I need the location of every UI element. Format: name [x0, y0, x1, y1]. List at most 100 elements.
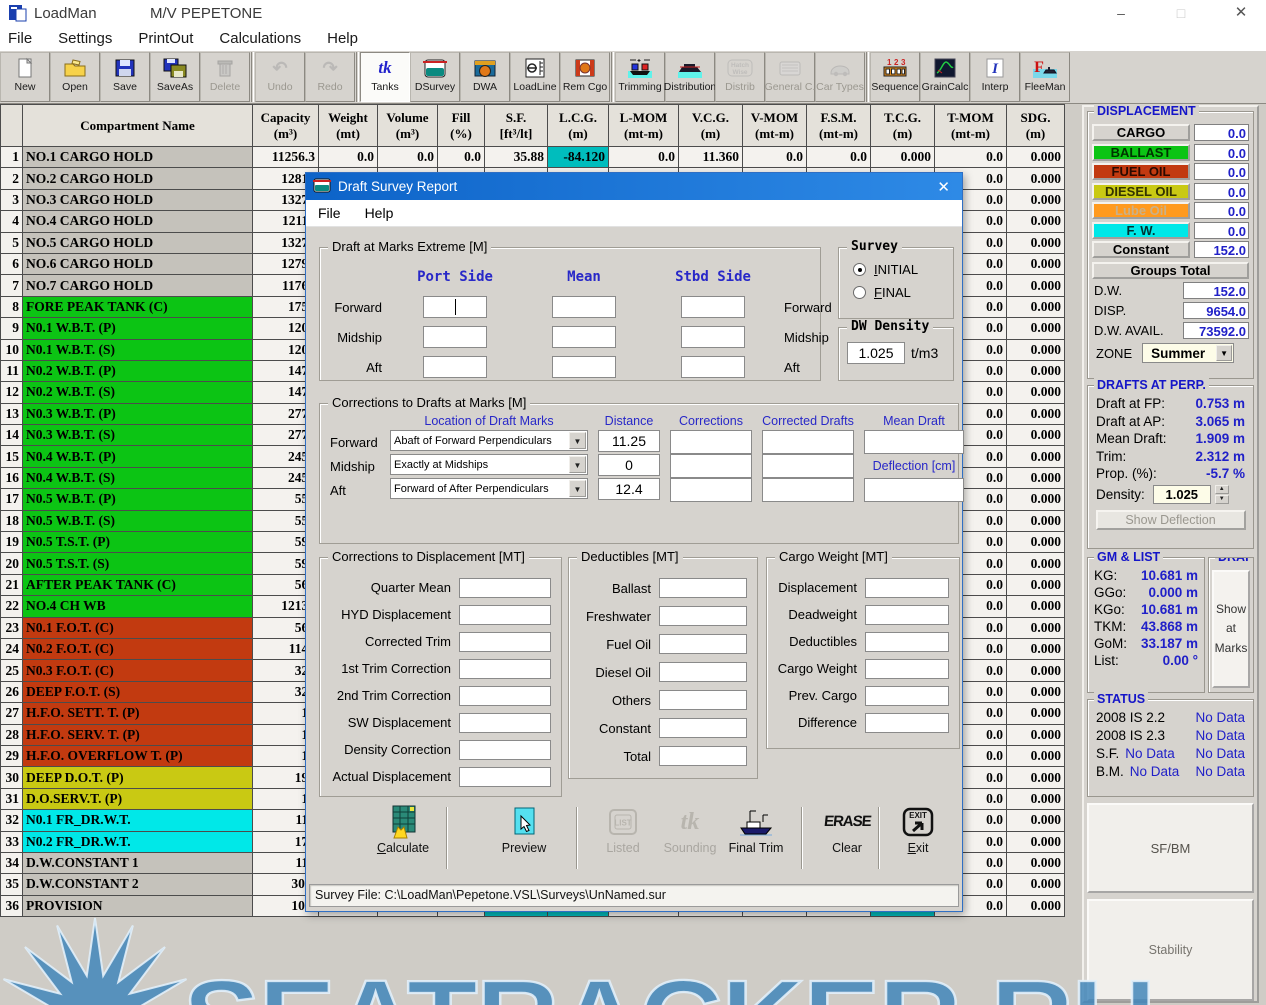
menu-item-settings[interactable]: Settings — [58, 30, 112, 47]
field-input-deadweight[interactable] — [865, 605, 949, 625]
corrections-input-forward[interactable] — [670, 430, 752, 454]
toolbar-open-button[interactable]: Open — [50, 52, 100, 102]
dialog-menu-file[interactable]: File — [318, 205, 341, 221]
field-input-prev-cargo[interactable] — [865, 686, 949, 706]
field-input-freshwater[interactable] — [659, 606, 747, 626]
cell[interactable]: 0.000 — [1007, 339, 1065, 360]
marks-input-aft-0[interactable] — [423, 356, 487, 378]
dialog-close-icon[interactable]: ✕ — [937, 178, 950, 196]
marks-input-aft-2[interactable] — [681, 356, 745, 378]
distance-input-midship[interactable]: 0 — [598, 454, 660, 476]
final-trim-button[interactable]: Final Trim — [713, 805, 799, 869]
cell[interactable]: 0.0 — [378, 147, 438, 168]
cell[interactable]: 0.000 — [1007, 532, 1065, 553]
dialog-menu-help[interactable]: Help — [365, 205, 394, 221]
dw-density-input[interactable] — [847, 342, 905, 364]
marks-input-forward-1[interactable] — [552, 296, 616, 318]
field-input-total[interactable] — [659, 746, 747, 766]
cell[interactable]: 0.000 — [1007, 703, 1065, 724]
field-input-fuel-oil[interactable] — [659, 634, 747, 654]
mean-draft-input-aft[interactable] — [864, 478, 964, 502]
cell[interactable]: 0.000 — [1007, 403, 1065, 424]
cell[interactable]: 0.000 — [1007, 788, 1065, 809]
toolbar-rem-cgo-button[interactable]: Rem Cgo — [560, 52, 610, 102]
field-input-ballast[interactable] — [659, 578, 747, 598]
cell[interactable]: 0.0 — [935, 147, 1007, 168]
cell[interactable]: 0.000 — [1007, 253, 1065, 274]
location-select-aft[interactable]: Forward of After Perpendiculars▼ — [390, 478, 588, 499]
field-input-difference[interactable] — [865, 713, 949, 733]
toolbar-distribution-button[interactable]: Distribution — [665, 52, 715, 102]
cell[interactable]: 0.000 — [871, 147, 935, 168]
survey-option-initial[interactable]: INITIAL — [853, 262, 953, 277]
toolbar-fleeman-button[interactable]: FFleeMan — [1020, 52, 1070, 102]
cell[interactable]: 0.000 — [1007, 318, 1065, 339]
location-select-midship[interactable]: Exactly at Midships▼ — [390, 454, 588, 475]
corrections-input-midship[interactable] — [670, 454, 752, 478]
cell[interactable]: 0.000 — [1007, 510, 1065, 531]
toolbar-new-button[interactable]: New — [0, 52, 50, 102]
distance-input-aft[interactable]: 12.4 — [598, 478, 660, 500]
menu-item-printout[interactable]: PrintOut — [138, 30, 193, 47]
field-input-cargo-weight[interactable] — [865, 659, 949, 679]
corrected-drafts-input-midship[interactable] — [762, 454, 854, 478]
distance-input-forward[interactable]: 11.25 — [598, 430, 660, 452]
groups-total-button[interactable]: Groups Total — [1092, 262, 1249, 279]
field-input-corrected-trim[interactable] — [459, 632, 551, 652]
cell[interactable]: 0.000 — [1007, 745, 1065, 766]
displacement-cargo-button[interactable]: CARGO — [1092, 124, 1190, 141]
cell[interactable]: -84.120 — [548, 147, 609, 168]
close-button[interactable]: ✕ — [1218, 0, 1264, 26]
displacement-fuel-oil-button[interactable]: FUEL OIL — [1092, 163, 1190, 180]
cell[interactable]: 0.000 — [1007, 638, 1065, 659]
cell[interactable]: 0.000 — [1007, 681, 1065, 702]
density-value[interactable]: 1.025 — [1153, 485, 1211, 504]
calculate-button[interactable]: Calculate — [360, 805, 446, 869]
displacement-diesel-oil-button[interactable]: DIESEL OIL — [1092, 183, 1190, 200]
cell[interactable]: 0.000 — [1007, 425, 1065, 446]
cell[interactable]: 0.000 — [1007, 874, 1065, 895]
field-input-sw-displacement[interactable] — [459, 713, 551, 733]
toolbar-tanks-button[interactable]: tkTanks — [360, 52, 410, 102]
cell[interactable]: 35.88 — [485, 147, 548, 168]
corrected-drafts-input-aft[interactable] — [762, 478, 854, 502]
density-spinner[interactable]: ▲▼ — [1215, 485, 1229, 504]
cell[interactable]: 0.000 — [1007, 895, 1065, 916]
cell[interactable]: 0.000 — [1007, 467, 1065, 488]
cell[interactable]: 0.000 — [1007, 360, 1065, 381]
field-input-hyd-displacement[interactable] — [459, 605, 551, 625]
cell[interactable]: 0.0 — [438, 147, 485, 168]
show-at-marks-button[interactable]: ShowatMarks — [1212, 570, 1250, 688]
toolbar-trimming-button[interactable]: Trimming — [615, 52, 665, 102]
radio-initial[interactable] — [853, 263, 866, 276]
sfbm-button[interactable]: SF/BM — [1087, 803, 1254, 893]
cell[interactable]: 0.000 — [1007, 275, 1065, 296]
cell[interactable]: 0.000 — [1007, 852, 1065, 873]
cell[interactable]: 0.000 — [1007, 574, 1065, 595]
cell[interactable]: 0.000 — [1007, 489, 1065, 510]
preview-button[interactable]: Preview — [481, 805, 567, 869]
marks-input-forward-2[interactable] — [681, 296, 745, 318]
cell[interactable]: 0.000 — [1007, 446, 1065, 467]
cell[interactable]: 0.000 — [1007, 382, 1065, 403]
cell[interactable]: 0.000 — [1007, 724, 1065, 745]
location-select-forward[interactable]: Abaft of Forward Perpendiculars▼ — [390, 430, 588, 451]
exit-button[interactable]: EXITExit — [875, 805, 961, 869]
marks-input-midship-0[interactable] — [423, 326, 487, 348]
survey-option-final[interactable]: FINAL — [853, 285, 953, 300]
displacement-ballast-button[interactable]: BALLAST — [1092, 144, 1190, 161]
cell[interactable]: 11.360 — [679, 147, 743, 168]
cell[interactable]: 0.000 — [1007, 767, 1065, 788]
displacement-f-w--button[interactable]: F. W. — [1092, 222, 1190, 239]
field-input-diesel-oil[interactable] — [659, 662, 747, 682]
field-input-2nd-trim-correction[interactable] — [459, 686, 551, 706]
cell[interactable]: 0.0 — [609, 147, 679, 168]
toolbar-save-button[interactable]: Save — [100, 52, 150, 102]
cell[interactable]: 0.000 — [1007, 168, 1065, 189]
field-input-others[interactable] — [659, 690, 747, 710]
show-deflection-button[interactable]: Show Deflection — [1096, 510, 1246, 530]
cell[interactable]: 0.000 — [1007, 831, 1065, 852]
marks-input-aft-1[interactable] — [552, 356, 616, 378]
field-input-density-correction[interactable] — [459, 740, 551, 760]
field-input-displacement[interactable] — [865, 578, 949, 598]
